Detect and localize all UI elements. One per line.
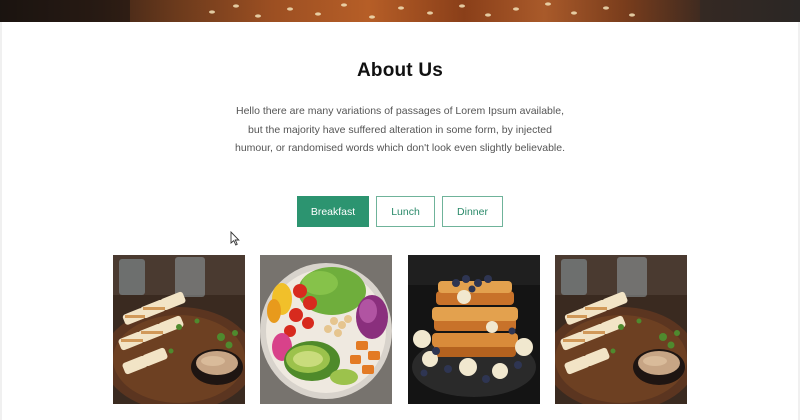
tab-lunch[interactable]: Lunch: [376, 196, 435, 227]
menu-filter-tabs: Breakfast Lunch Dinner: [0, 196, 800, 227]
chicken-skewers-image: [555, 255, 687, 404]
gallery-item[interactable]: [260, 255, 392, 404]
french-toast-image: [408, 255, 540, 404]
gallery-item[interactable]: [555, 255, 687, 404]
gallery-item[interactable]: [408, 255, 540, 404]
section-title: About Us: [356, 60, 444, 81]
section-description: Hello there are many variations of passa…: [234, 105, 566, 154]
tab-dinner[interactable]: Dinner: [442, 196, 503, 227]
hero-food-image: [0, 0, 800, 22]
salad-bowl-image: [260, 255, 392, 404]
mouse-cursor-icon: [230, 231, 240, 246]
chicken-skewers-image: [113, 255, 245, 404]
tab-breakfast[interactable]: Breakfast: [297, 196, 369, 227]
gallery-item[interactable]: [113, 255, 245, 404]
